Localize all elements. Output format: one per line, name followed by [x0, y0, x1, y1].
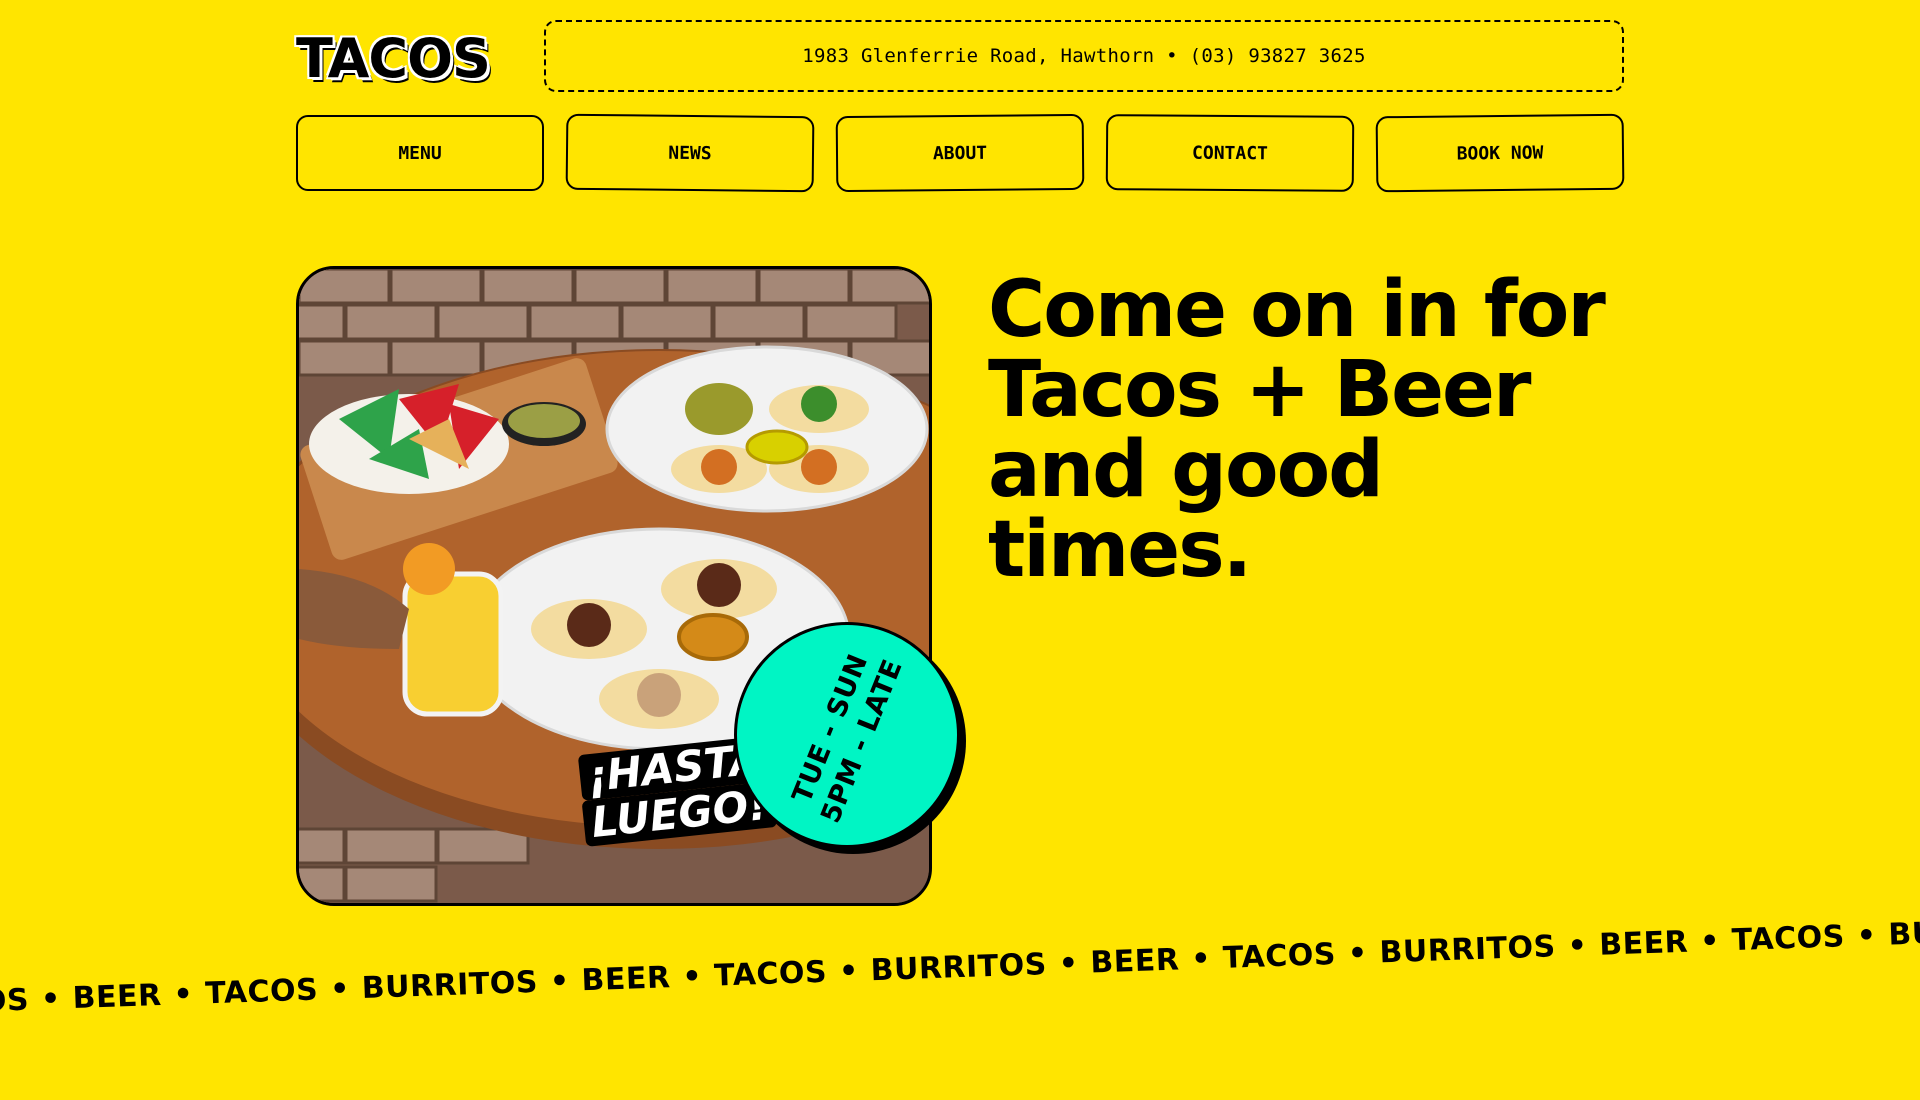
ticker-item: TACOS	[1731, 919, 1846, 959]
ticker-separator: •	[1567, 928, 1588, 964]
nav-contact-button[interactable]: CONTACT	[1105, 114, 1355, 192]
ticker-item: BURR	[1887, 914, 1920, 953]
nav-book-now-button[interactable]: BOOK NOW	[1375, 113, 1625, 193]
logo[interactable]: TACOS	[296, 26, 520, 90]
ticker-separator: •	[1856, 918, 1878, 954]
hero-headline: Come on in for Tacos + Beer and good tim…	[988, 265, 1606, 595]
ticker-separator: •	[838, 953, 860, 990]
ticker-item: BURRITOS	[361, 964, 539, 1006]
logo-text: TACOS	[296, 26, 491, 90]
ticker-item: TACOS	[713, 954, 828, 994]
ticker-separator: •	[1699, 923, 1721, 960]
ticker-item: BURRITOS	[1378, 929, 1557, 971]
nav-menu-button[interactable]: MENU	[296, 115, 544, 191]
address-bar: 1983 Glenferrie Road, Hawthorn • (03) 93…	[544, 20, 1624, 92]
nav-news-button[interactable]: NEWS	[565, 113, 815, 193]
ticker-item: BEER	[72, 977, 163, 1017]
main-nav: MENU NEWS ABOUT CONTACT BOOK NOW	[296, 113, 1625, 193]
opening-hours-badge: TUE - SUN 5PM - LATE	[734, 622, 960, 848]
ticker-separator: •	[329, 971, 351, 1008]
ticker-separator: •	[172, 976, 194, 1013]
ticker-item: TACOS	[204, 972, 319, 1012]
ticker-item: BEER	[1598, 924, 1689, 963]
ticker-separator: •	[1190, 941, 1212, 977]
ticker-separator: •	[40, 981, 62, 1018]
ticker-item: TACOS	[1222, 936, 1337, 976]
ticker-item: BURRITOS	[870, 947, 1048, 989]
ticker-separator: •	[1058, 945, 1080, 982]
address-text: 1983 Glenferrie Road, Hawthorn • (03) 93…	[802, 45, 1366, 67]
ticker-item: BEER	[580, 960, 672, 999]
nav-about-button[interactable]: ABOUT	[835, 113, 1085, 193]
ticker-separator: •	[1347, 935, 1369, 972]
ticker-item: BEER	[1089, 942, 1180, 981]
ticker-separator: •	[549, 963, 571, 1000]
ticker-separator: •	[681, 959, 703, 995]
marquee-ticker: TOS • BEER • TACOS • BURRITOS • BEER • TACOS • BURRI…	[0, 914, 1920, 1020]
ticker-item: TOS	[0, 982, 30, 1020]
